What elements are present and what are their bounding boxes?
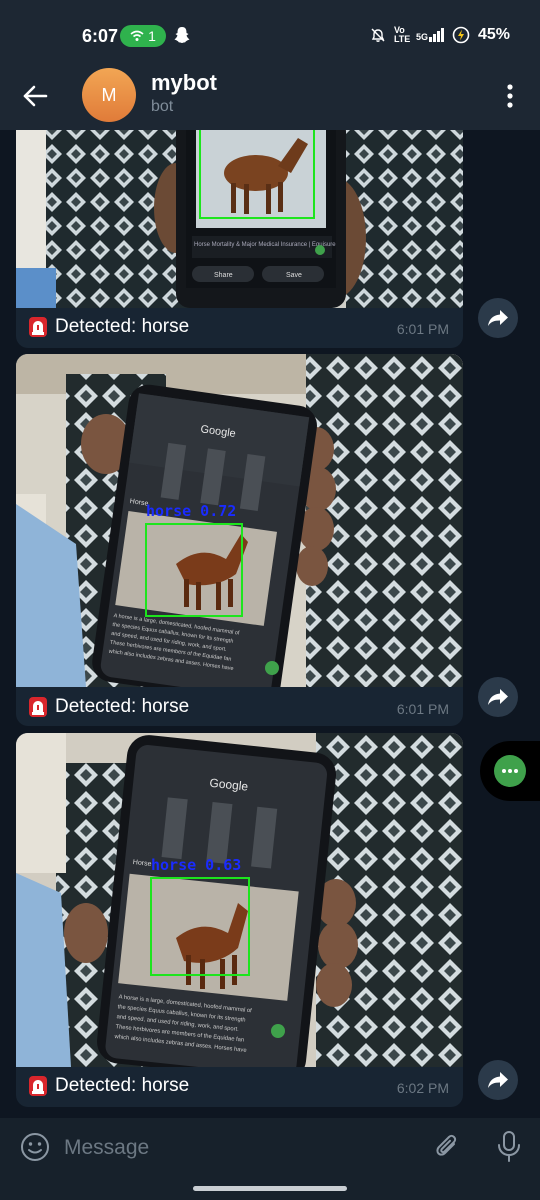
microphone-icon[interactable] bbox=[496, 1130, 522, 1164]
photo-message-1[interactable]: Horse Mortality & Major Medical Insuranc… bbox=[16, 130, 463, 348]
siren-icon bbox=[29, 1076, 47, 1096]
hotspot-count: 1 bbox=[148, 28, 156, 44]
detection-label: horse 0.63 bbox=[151, 856, 241, 874]
status-bar: 6:07 1 Vo LTE 5G 45% bbox=[0, 0, 540, 68]
avatar-letter: M bbox=[101, 84, 117, 105]
siren-icon bbox=[29, 697, 47, 717]
emoji-icon[interactable] bbox=[20, 1132, 50, 1162]
home-indicator[interactable] bbox=[193, 1186, 347, 1191]
message-time: 6:01 PM bbox=[396, 701, 449, 717]
caption-text: Detected: horse bbox=[55, 1075, 190, 1096]
message-input[interactable] bbox=[64, 1130, 394, 1166]
mute-bell-icon bbox=[371, 28, 385, 42]
siren-icon bbox=[29, 317, 47, 337]
more-vertical-icon[interactable] bbox=[500, 80, 520, 112]
chat-subtitle: bot bbox=[151, 98, 174, 115]
volte-label: Vo LTE bbox=[393, 25, 411, 44]
detection-label: horse 0.72 bbox=[146, 502, 236, 520]
detection-photo-3[interactable]: Google Horse A horse is a large, domesti… bbox=[16, 733, 463, 1067]
network-label: 5G bbox=[415, 32, 428, 42]
forward-arrow-icon bbox=[488, 310, 508, 326]
detection-photo-1[interactable]: Horse Mortality & Major Medical Insuranc… bbox=[16, 130, 463, 308]
photo-image: Google Horse A horse is a large, domesti… bbox=[16, 354, 463, 687]
forward-button[interactable] bbox=[478, 677, 518, 717]
chat-title[interactable]: mybot bbox=[151, 70, 217, 96]
signal-icon: 5G bbox=[416, 28, 444, 42]
more-horizontal-icon bbox=[494, 755, 526, 787]
forward-button[interactable] bbox=[478, 298, 518, 338]
forward-arrow-icon bbox=[488, 1072, 508, 1088]
forward-button[interactable] bbox=[478, 1060, 518, 1100]
chat-area[interactable]: Horse Mortality & Major Medical Insuranc… bbox=[0, 130, 540, 1118]
top-card-share: Share bbox=[214, 272, 233, 279]
floating-bubble-button[interactable] bbox=[480, 741, 540, 801]
arrow-left-icon[interactable] bbox=[20, 80, 52, 112]
paperclip-icon[interactable] bbox=[432, 1132, 462, 1162]
snapchat-icon bbox=[174, 27, 190, 43]
message-time: 6:02 PM bbox=[396, 1080, 449, 1096]
photo-image: Google Horse A horse is a large, domesti… bbox=[16, 733, 463, 1067]
status-time: 6:07 bbox=[82, 26, 119, 46]
status-right-group: Vo LTE 5G 45% bbox=[370, 26, 510, 44]
caption-text: Detected: horse bbox=[55, 696, 190, 717]
caption-row: Detected: horse 6:01 PM bbox=[16, 308, 463, 348]
forward-arrow-icon bbox=[488, 689, 508, 705]
photo-message-3[interactable]: Google Horse A horse is a large, domesti… bbox=[16, 733, 463, 1107]
top-card-save: Save bbox=[286, 272, 302, 279]
photo-image: Horse Mortality & Major Medical Insuranc… bbox=[16, 130, 463, 308]
caption-row: Detected: horse 6:01 PM bbox=[16, 688, 463, 726]
avatar[interactable]: M bbox=[82, 68, 136, 122]
wifi-icon bbox=[130, 30, 144, 41]
chat-header: M mybot bot bbox=[0, 68, 540, 130]
caption-text: Detected: horse bbox=[55, 316, 190, 337]
caption-row: Detected: horse 6:02 PM bbox=[16, 1067, 463, 1107]
message-time: 6:01 PM bbox=[396, 321, 449, 337]
hotspot-indicator: 1 bbox=[120, 25, 166, 47]
photo-message-2[interactable]: Google Horse A horse is a large, domesti… bbox=[16, 354, 463, 726]
detection-photo-2[interactable]: Google Horse A horse is a large, domesti… bbox=[16, 354, 463, 687]
battery-percent: 45% bbox=[477, 26, 510, 43]
battery-saver-icon bbox=[452, 26, 470, 44]
top-card-title: Horse Mortality & Major Medical Insuranc… bbox=[194, 242, 336, 248]
